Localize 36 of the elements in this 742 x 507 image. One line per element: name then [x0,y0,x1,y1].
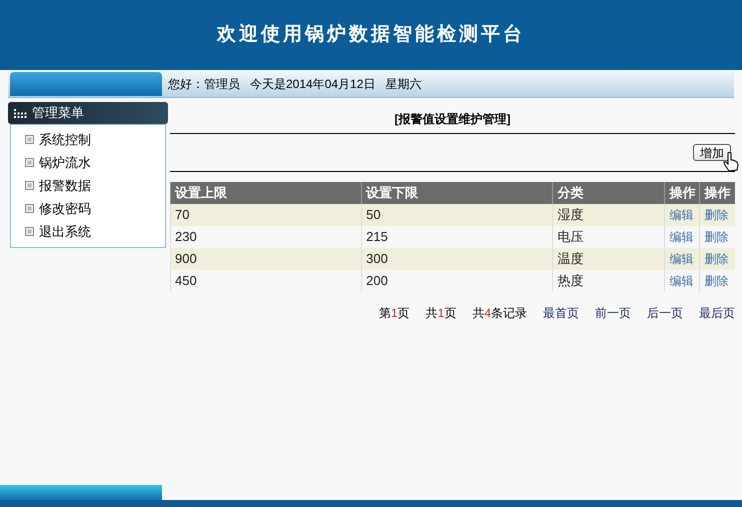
pager-link[interactable]: 后一页 [647,304,683,322]
pager-link[interactable]: 最首页 [543,304,579,322]
edit-link[interactable]: 编辑 [669,274,694,288]
document-icon [25,204,34,213]
menu-title: 管理菜单 [32,104,84,122]
menu-item[interactable]: 系统控制 [11,128,165,151]
table-cell: 200 [362,270,553,292]
document-icon [25,227,34,236]
page-title: [报警值设置维护管理] [394,111,510,128]
menu-item[interactable]: 修改密码 [11,197,165,220]
edit-link[interactable]: 编辑 [669,252,694,266]
page-info: 共4条记录 [472,305,527,322]
menu-item[interactable]: 锅炉流水 [11,151,165,174]
site-title: 欢迎使用锅炉数据智能检测平台 [217,22,525,47]
delete-link[interactable]: 删除 [704,230,728,244]
menu-item[interactable]: 报警数据 [11,174,165,197]
menu-item[interactable]: 退出系统 [11,220,165,243]
delete-link[interactable]: 删除 [704,208,728,222]
edit-link[interactable]: 编辑 [669,230,694,244]
table-cell: 450 [170,270,362,292]
document-icon [25,135,34,144]
pager-link[interactable]: 最后页 [699,304,735,322]
weekday-text: 星期六 [385,76,422,92]
grid-icon [14,108,27,118]
pager-link[interactable]: 前一页 [595,304,631,322]
page-info: 第1页 [378,305,410,322]
add-button[interactable]: 增加 [693,144,731,161]
document-icon [25,181,34,190]
document-icon [25,158,34,167]
greeting-text: 您好：管理员 [168,76,240,92]
delete-link[interactable]: 删除 [704,252,728,266]
table-cell: 热度 [552,270,665,292]
delete-link[interactable]: 删除 [704,274,728,288]
date-text: 今天是2014年04月12日 [250,76,376,92]
edit-link[interactable]: 编辑 [669,208,694,222]
page-info: 共1页 [426,305,456,322]
